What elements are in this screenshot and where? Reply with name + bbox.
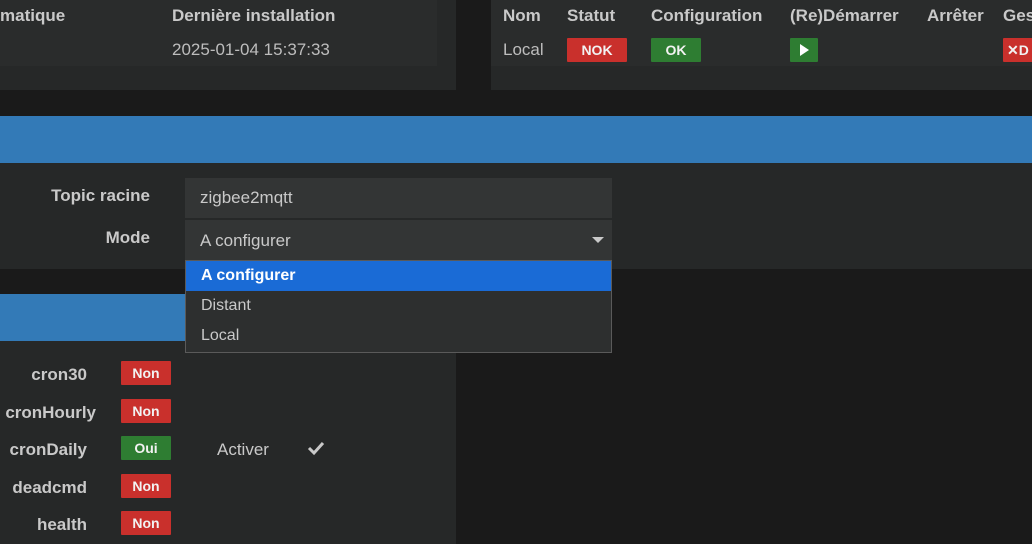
mode-label: Mode — [105, 228, 150, 247]
mode-option-local[interactable]: Local — [186, 321, 611, 351]
topic-label: Topic racine — [51, 186, 150, 205]
config-badge: OK — [651, 38, 701, 62]
cron-status-badge: Oui — [121, 436, 171, 460]
mode-option-distant[interactable]: Distant — [186, 291, 611, 321]
header-configuration: Configuration — [651, 6, 763, 25]
play-icon — [800, 44, 809, 56]
cron-name: cronHourly — [5, 403, 96, 422]
stop-management-label: D — [1018, 42, 1029, 58]
mode-option-a-configurer[interactable]: A configurer — [186, 261, 611, 291]
header-arreter: Arrêter — [927, 6, 984, 25]
header-statut: Statut — [567, 6, 616, 25]
mode-value: A configurer — [200, 231, 291, 250]
cron-name: deadcmd — [12, 478, 87, 497]
status-badge: NOK — [567, 38, 627, 62]
config-panel-header — [0, 116, 1032, 163]
mode-select[interactable]: A configurer — [185, 220, 612, 260]
cron-status-badge: Non — [121, 474, 171, 498]
install-date: 2025-01-04 15:37:33 — [172, 40, 330, 59]
daemon-name: Local — [503, 40, 544, 59]
topic-value: zigbee2mqtt — [200, 188, 293, 207]
cron-status-badge: Non — [121, 511, 171, 535]
cron-status-badge: Non — [121, 399, 171, 423]
mode-dropdown-list: A configurer Distant Local — [185, 260, 612, 353]
cron-name: health — [36, 515, 87, 534]
col-header-automatique: matique — [0, 6, 66, 25]
cron-status-badge: Non — [121, 361, 171, 385]
header-redemarrer: (Re)Démarrer — [790, 6, 899, 25]
config-panel: Topic racine zigbee2mqtt Mode A configur… — [0, 163, 1032, 269]
topic-input[interactable]: zigbee2mqtt — [185, 178, 612, 218]
header-nom: Nom — [503, 6, 541, 25]
daemon-panel: Nom Statut Configuration (Re)Démarrer Ar… — [491, 0, 1032, 90]
caret-down-icon — [592, 237, 604, 243]
cron-name: cron30 — [31, 365, 87, 384]
install-panel: matique Dernière installation 2025-01-04… — [0, 0, 456, 90]
header-gestion: Ges — [1003, 6, 1032, 25]
check-icon — [307, 441, 325, 456]
close-icon: ✕ — [1007, 42, 1019, 58]
stop-management-button[interactable]: ✕D — [1003, 38, 1032, 62]
activer-checkbox[interactable] — [306, 438, 326, 458]
activer-label: Activer — [217, 440, 269, 459]
restart-button[interactable] — [790, 38, 818, 62]
col-header-derniere-installation: Dernière installation — [172, 6, 336, 25]
cron-name: cronDaily — [9, 440, 87, 459]
